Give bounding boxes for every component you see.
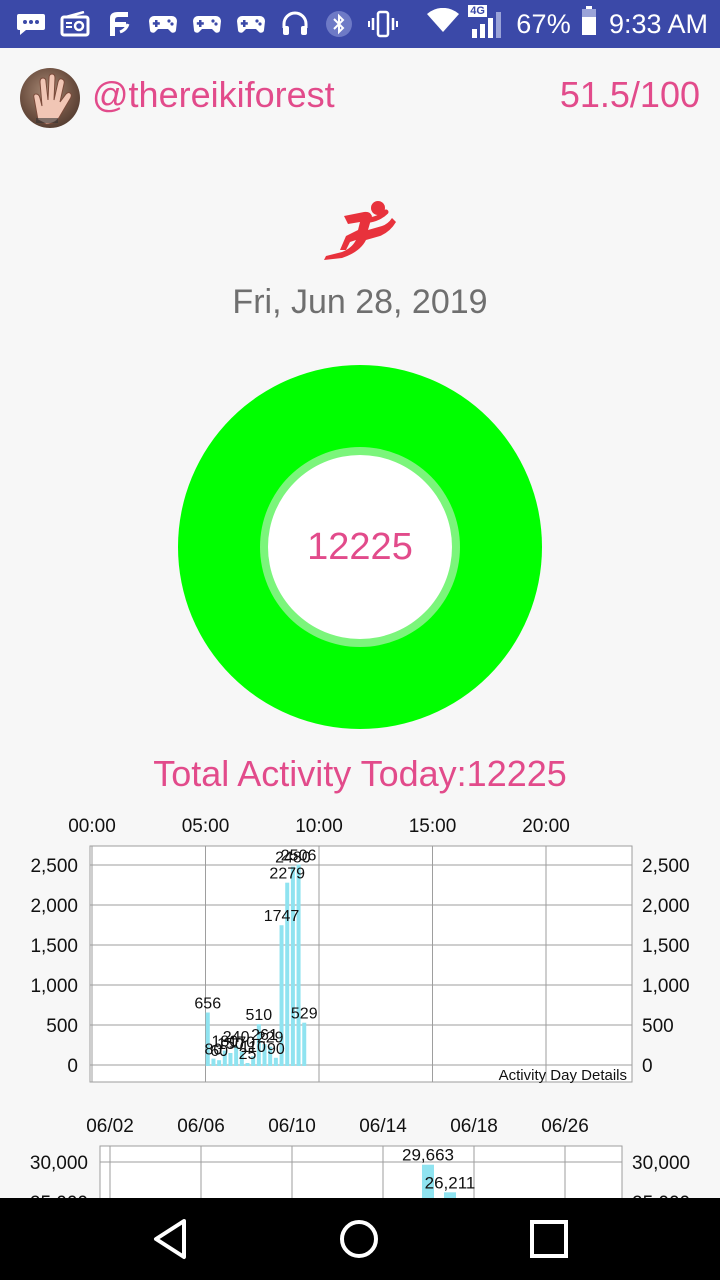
data-label: 510 [245,1007,272,1024]
x-tick-label: 06/18 [450,1116,498,1137]
data-label: 529 [291,1006,318,1023]
vibrate-icon [368,10,398,38]
x-tick-label: 06/02 [86,1116,134,1137]
x-tick-label: 10:00 [295,816,343,837]
bar [290,866,295,1066]
radio-icon [60,11,90,37]
x-tick-label: 05:00 [182,816,230,837]
status-bar: 4G 67% 9:33 AM [0,0,720,48]
x-tick-label: 06/06 [177,1116,225,1137]
y-tick-label-right: 1,000 [642,976,690,997]
game-controller-icon [192,11,222,37]
message-icon [16,11,46,37]
activity-ring-value: 12225 [268,455,452,639]
y-tick-label-left: 2,500 [30,856,78,877]
bar [228,1053,233,1066]
game-controller-icon [148,11,178,37]
bluetooth-icon [324,11,354,37]
y-tick-label-left: 2,000 [30,896,78,917]
date-label: Fri, Jun 28, 2019 [232,283,488,321]
x-tick-label: 06/26 [541,1116,589,1137]
clock-time: 9:33 AM [608,8,708,39]
chart-legend: Activity Day Details [499,1067,627,1084]
username[interactable]: @thereikiforest [92,74,335,116]
plot-area [89,845,633,1083]
x-tick-label: 06/14 [359,1116,407,1137]
y-tick-label-right: 30,000 [632,1153,690,1174]
notification-icons [16,8,398,40]
network-type-label: 4G [468,5,487,17]
y-tick-label-right: 1,500 [642,936,690,957]
activity-month-chart[interactable]: 06/02 06/06 06/10 06/14 06/18 06/26 30,000 30,0… [0,1108,720,1200]
home-icon[interactable] [334,1214,384,1264]
data-label: 29,663 [402,1146,454,1165]
bar [245,1063,250,1066]
battery-percent: 67% [516,8,571,39]
activity-day-chart[interactable]: 0 0 500 500 1,000 1,000 1,500 1,500 2,000 2,000 2,… [0,810,720,1100]
game-controller-icon [236,11,266,37]
f-app-icon [104,11,134,37]
data-label: 656 [194,996,221,1013]
bar [302,1022,307,1066]
x-tick-label: 20:00 [522,816,570,837]
bar [296,864,301,1066]
data-label: 2279 [269,866,305,883]
bar [217,1060,222,1066]
plot-area [99,1145,623,1200]
avatar[interactable] [20,68,80,128]
battery-icon [581,5,597,43]
y-tick-label-left: 0 [67,1056,78,1077]
x-tick-label: 06/10 [268,1116,316,1137]
y-tick-label-left: 30,000 [30,1153,88,1174]
y-tick-label-left: 500 [46,1016,78,1037]
headphones-icon [280,11,310,37]
x-tick-label: 00:00 [68,816,116,837]
data-label: 26,211 [425,1173,476,1192]
bar [273,1057,278,1066]
hand-photo-icon [33,73,72,125]
score: 51.5/100 [559,74,700,115]
runner-icon [322,196,398,262]
data-label: 1747 [264,908,300,925]
y-tick-label-right: 2,000 [642,896,690,917]
recents-icon[interactable] [524,1214,574,1264]
data-label: 90 [267,1041,285,1058]
y-tick-label-right: 0 [642,1056,653,1077]
wifi-icon [426,7,460,41]
status-right: 4G 67% 9:33 AM [426,4,708,44]
navigation-bar [0,1198,720,1280]
cellular-4g-icon: 4G [468,5,506,39]
back-icon[interactable] [145,1214,195,1264]
y-tick-label-right: 2,500 [642,856,690,877]
y-tick-label-left: 1,000 [30,976,78,997]
y-tick-label-left: 1,500 [30,936,78,957]
step-count: 12225 [307,525,413,568]
total-activity-label: Total Activity Today:12225 [153,753,567,794]
data-label: 2506 [281,848,317,865]
x-tick-label: 15:00 [409,816,457,837]
y-tick-label-right: 500 [642,1016,674,1037]
